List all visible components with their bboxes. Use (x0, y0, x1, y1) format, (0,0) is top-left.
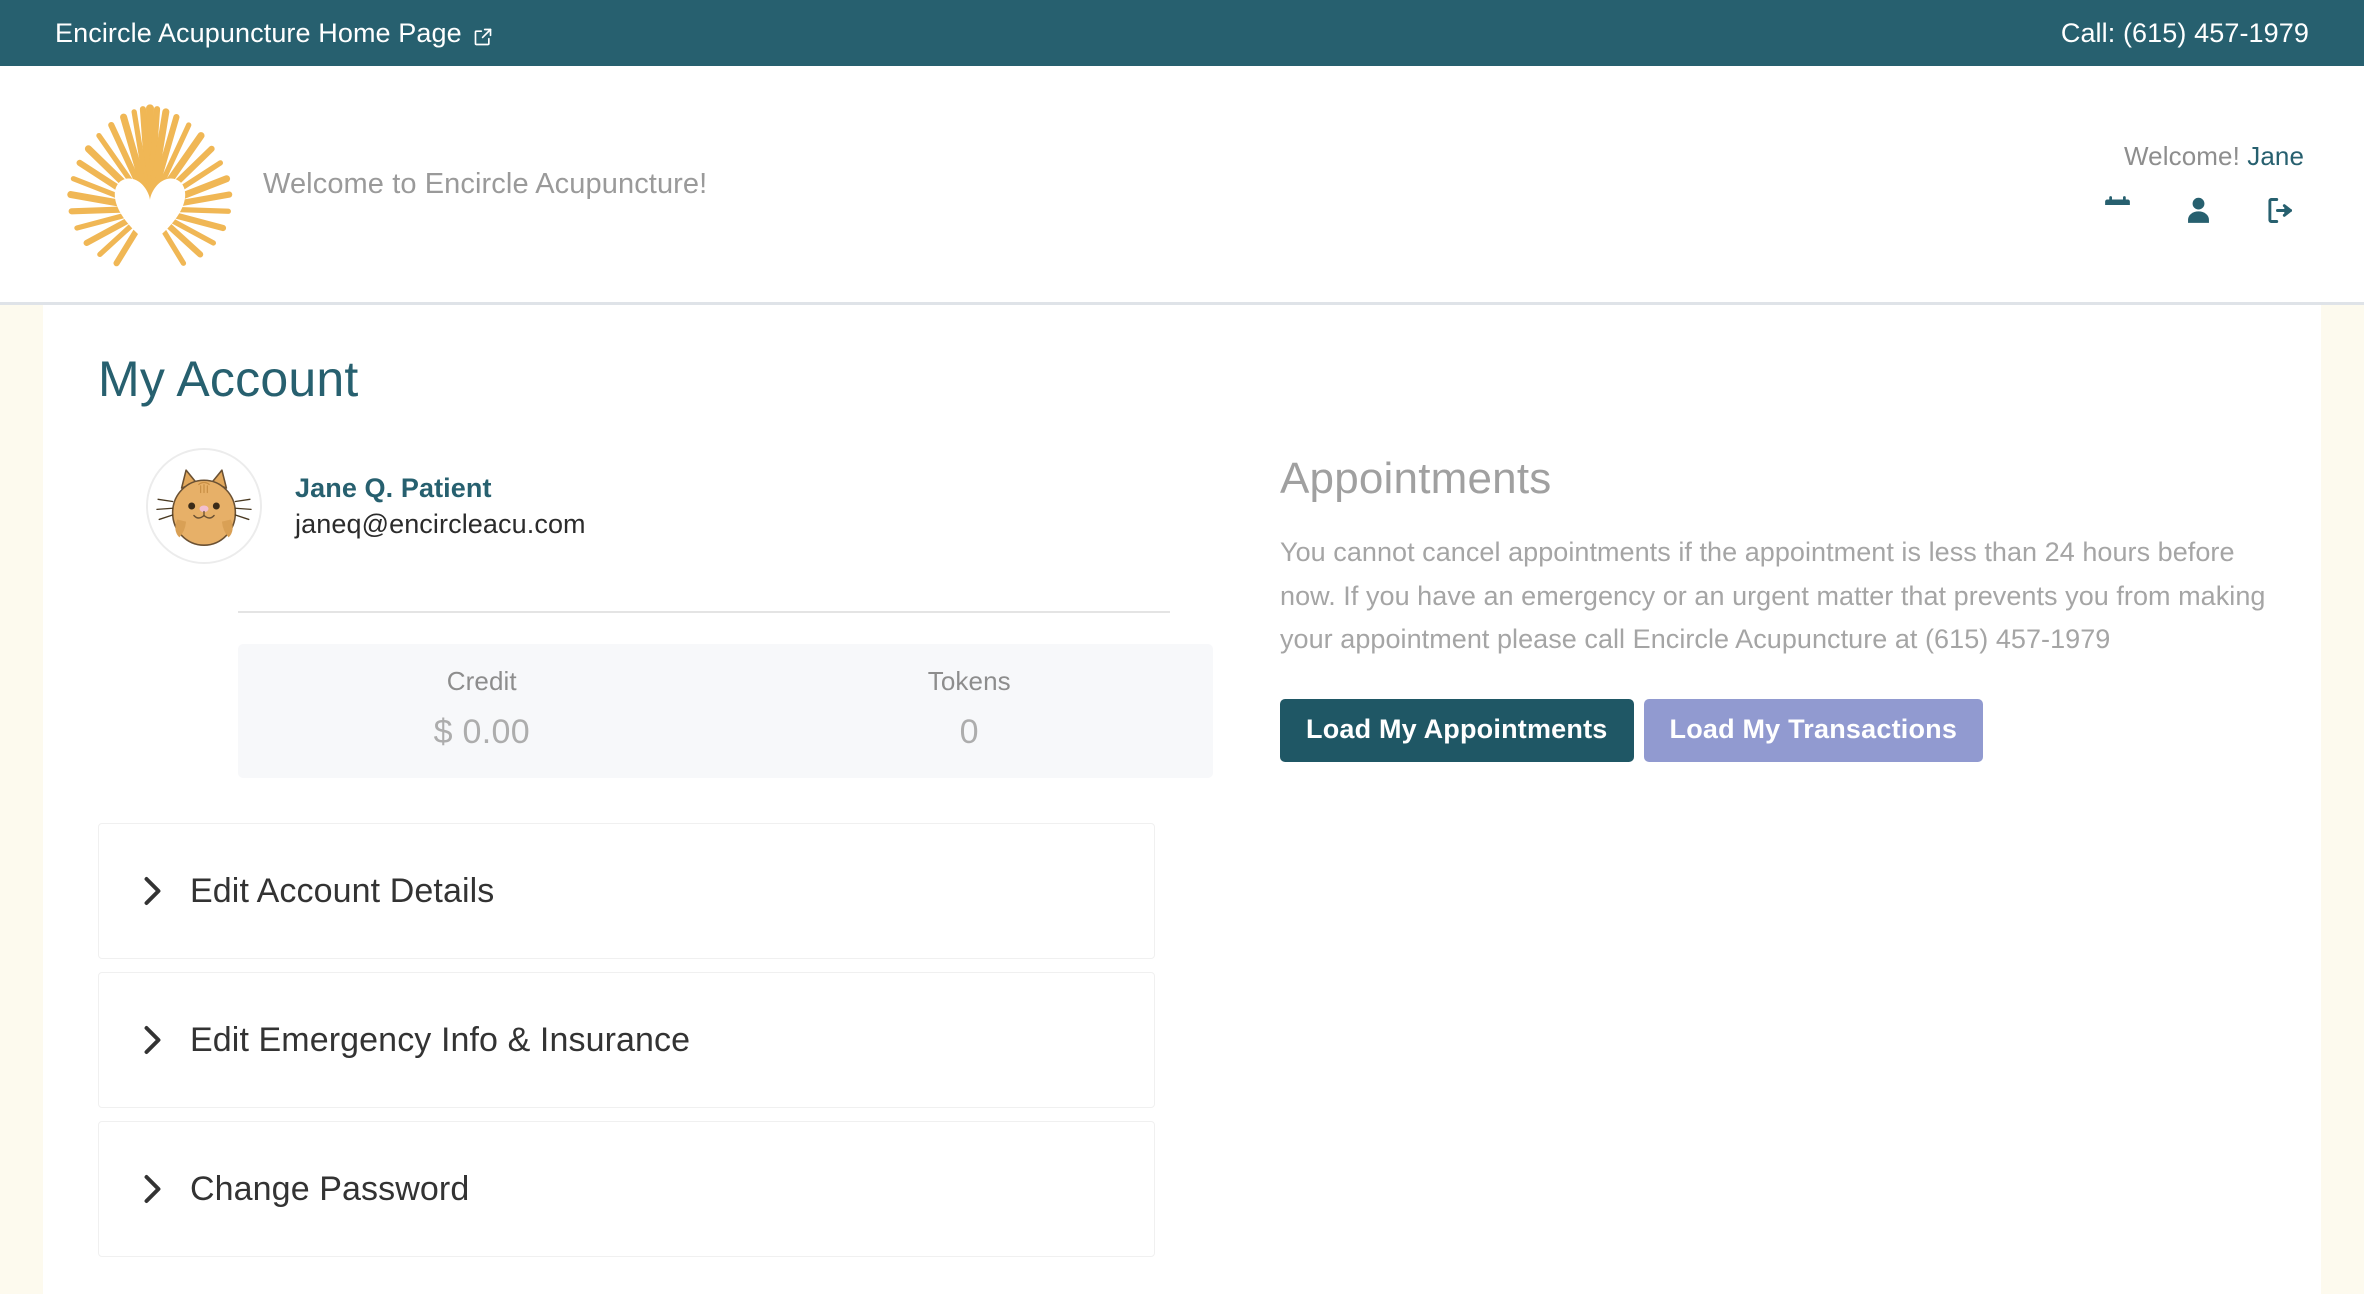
accordion-item-edit-emergency-info-insurance[interactable]: Edit Emergency Info & Insurance (98, 972, 1155, 1108)
site-tagline: Welcome to Encircle Acupuncture! (263, 167, 708, 200)
profile-block: Jane Q. Patient janeq@encircleacu.com (98, 448, 1218, 564)
site-header: Welcome to Encircle Acupuncture! Welcome… (0, 66, 2364, 305)
accordion-label: Change Password (190, 1169, 470, 1208)
page-background: My Account Jane Q. Patient janeq@encircl… (0, 305, 2364, 1294)
account-accordion: Edit Account Details Edit Emergency Info… (98, 823, 1218, 1257)
header-icon-group (2101, 194, 2304, 227)
logout-icon[interactable] (2263, 194, 2296, 227)
profile-name: Jane Q. Patient (295, 472, 492, 503)
stat-credit-value: $ 0.00 (433, 713, 530, 751)
header-user-area: Welcome! Jane (2101, 141, 2304, 227)
load-my-appointments-button[interactable]: Load My Appointments (1280, 699, 1634, 763)
accordion-label: Edit Account Details (190, 871, 495, 910)
chevron-right-icon (143, 876, 162, 906)
brand[interactable]: Welcome to Encircle Acupuncture! (0, 96, 707, 272)
chevron-right-icon (143, 1174, 162, 1204)
page-title: My Account (98, 351, 359, 407)
content-area: My Account Jane Q. Patient janeq@encircl… (43, 305, 2321, 1294)
stat-tokens: Tokens 0 (726, 666, 1214, 752)
profile-divider (238, 611, 1170, 613)
appointments-button-row: Load My Appointments Load My Transaction… (1280, 699, 2266, 763)
welcome-prefix: Welcome! (2123, 141, 2248, 171)
stat-tokens-value: 0 (959, 713, 979, 751)
chevron-right-icon (143, 1025, 162, 1055)
two-column-layout: Jane Q. Patient janeq@encircleacu.com Cr… (98, 448, 2266, 1270)
load-my-transactions-button[interactable]: Load My Transactions (1643, 699, 1984, 763)
home-page-link[interactable]: Encircle Acupuncture Home Page (55, 18, 493, 49)
sunburst-heart-logo (62, 96, 238, 272)
external-link-icon (473, 23, 493, 46)
calendar-icon[interactable] (2101, 194, 2134, 227)
account-column: Jane Q. Patient janeq@encircleacu.com Cr… (98, 448, 1218, 1270)
avatar[interactable] (146, 448, 262, 564)
welcome-username: Jane (2247, 141, 2304, 171)
accordion-item-edit-account-details[interactable]: Edit Account Details (98, 823, 1155, 959)
accordion-item-change-password[interactable]: Change Password (98, 1121, 1155, 1257)
stat-credit: Credit $ 0.00 (238, 666, 726, 752)
profile-email: janeq@encircleacu.com (295, 509, 586, 539)
appointments-column: Appointments You cannot cancel appointme… (1218, 448, 2266, 1270)
profile-text: Jane Q. Patient janeq@encircleacu.com (295, 470, 586, 543)
user-icon[interactable] (2182, 194, 2215, 227)
phone-link[interactable]: Call: (615) 457-1979 (2061, 18, 2309, 49)
appointments-note: You cannot cancel appointments if the ap… (1280, 537, 2266, 655)
appointments-title: Appointments (1280, 454, 1552, 503)
stat-credit-label: Credit (446, 666, 517, 696)
balance-panel: Credit $ 0.00 Tokens 0 (238, 644, 1213, 778)
top-utility-bar: Encircle Acupuncture Home Page Call: (61… (0, 0, 2364, 66)
welcome-message: Welcome! Jane (2124, 141, 2304, 172)
home-page-link-label: Encircle Acupuncture Home Page (55, 17, 462, 48)
accordion-label: Edit Emergency Info & Insurance (190, 1020, 691, 1059)
stat-tokens-label: Tokens (927, 666, 1011, 696)
